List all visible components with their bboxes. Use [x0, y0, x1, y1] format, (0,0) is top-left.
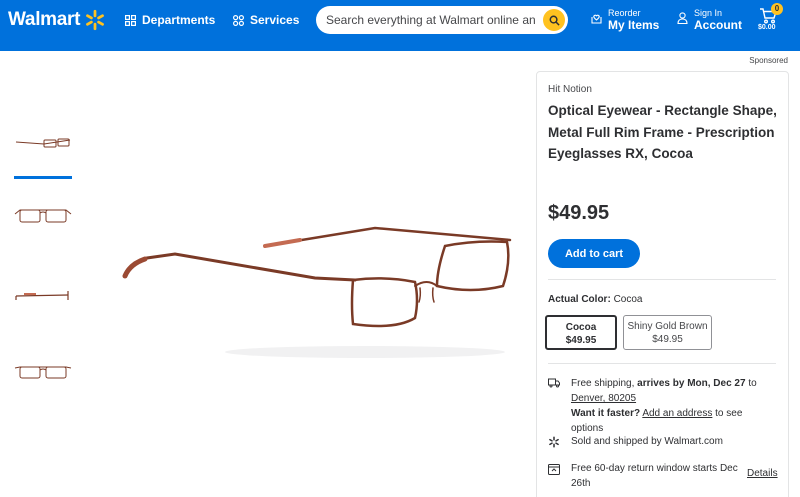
variant-shiny-gold-brown[interactable]: Shiny Gold Brown $49.95: [623, 315, 712, 350]
eyeglasses-temple-view-icon: [15, 291, 69, 300]
services-label: Services: [250, 13, 300, 27]
add-address-link[interactable]: Add an address: [642, 408, 712, 419]
arrival-date: arrives by Mon, Dec 27: [637, 378, 746, 389]
search-icon: [549, 15, 560, 26]
spark-icon: [86, 9, 105, 31]
eyeglasses-front-flat-view-icon: [14, 366, 72, 379]
add-to-cart-button[interactable]: Add to cart: [548, 239, 640, 268]
actual-color-value: Cocoa: [613, 294, 643, 305]
sign-in-account[interactable]: Sign In Account: [677, 8, 742, 33]
logo-text: Walmart: [8, 9, 81, 30]
departments-button[interactable]: Departments: [125, 12, 215, 28]
services-icon: [233, 14, 244, 26]
actual-color-line: Actual Color: Cocoa: [548, 294, 642, 305]
product-price: $49.95: [548, 202, 610, 224]
variant-cocoa[interactable]: Cocoa $49.95: [545, 315, 617, 350]
variant-price: $49.95: [652, 334, 683, 345]
account-label: Account: [694, 18, 742, 32]
thumbnail-active-indicator: [14, 176, 72, 179]
shipping-prefix: Free shipping,: [571, 378, 638, 389]
shipping-row: Free shipping, arrives by Mon, Dec 27 to…: [548, 376, 771, 436]
thumbnail-3[interactable]: [14, 276, 72, 316]
divider: [548, 363, 776, 364]
variant-name: Cocoa: [565, 322, 597, 333]
thumbnail-4[interactable]: [14, 352, 72, 392]
return-calendar-icon: [548, 464, 560, 475]
thumbnail-1[interactable]: [14, 120, 72, 160]
variant-price: $49.95: [565, 335, 597, 346]
services-button[interactable]: Services: [233, 12, 299, 28]
search-bar: [316, 6, 568, 34]
brand-link[interactable]: Hit Notion: [548, 84, 592, 95]
location-link[interactable]: Denver, 80205: [571, 393, 636, 404]
grid-icon: [125, 14, 136, 26]
sign-in-small-label: Sign In: [694, 8, 723, 18]
thumbnail-2[interactable]: [14, 196, 72, 236]
walmart-spark-icon: [549, 436, 559, 448]
truck-icon: [548, 378, 560, 388]
walmart-logo[interactable]: Walmart: [8, 9, 106, 31]
divider: [548, 279, 776, 280]
actual-color-label: Actual Color:: [548, 294, 611, 305]
cart-count-badge: 0: [771, 3, 783, 15]
eyeglasses-front-view-icon: [14, 209, 72, 223]
departments-label: Departments: [142, 13, 216, 27]
sold-by-text: Sold and shipped by Walmart.com: [571, 436, 723, 447]
returns-text: Free 60-day return window starts Dec 26t…: [571, 463, 738, 489]
product-main-image[interactable]: [115, 200, 525, 370]
top-header: Walmart Departments Services Search ever…: [0, 0, 800, 51]
person-icon: [677, 12, 688, 24]
eyeglasses-side-view-icon: [15, 138, 71, 148]
product-title: Optical Eyewear - Rectangle Shape, Metal…: [548, 103, 777, 161]
search-input[interactable]: [326, 13, 536, 27]
sold-by-row: Sold and shipped by Walmart.com: [548, 434, 771, 449]
sponsored-label: Sponsored: [749, 56, 788, 65]
my-items-label: My Items: [608, 18, 660, 32]
returns-row: Free 60-day return window starts Dec 26t…: [548, 461, 751, 491]
cart-total: $0.00: [758, 24, 776, 31]
product-info-panel: Hit Notion Optical Eyewear - Rectangle S…: [536, 71, 789, 497]
variant-name: Shiny Gold Brown: [627, 321, 708, 332]
want-faster-label: Want it faster?: [571, 408, 641, 419]
reorder-small-label: Reorder: [608, 8, 641, 18]
heart-list-icon: [591, 14, 602, 24]
shipping-to: to: [745, 378, 757, 389]
returns-details-link[interactable]: Details: [747, 468, 778, 479]
reorder-my-items[interactable]: Reorder My Items: [591, 8, 659, 33]
search-button[interactable]: [543, 9, 565, 31]
